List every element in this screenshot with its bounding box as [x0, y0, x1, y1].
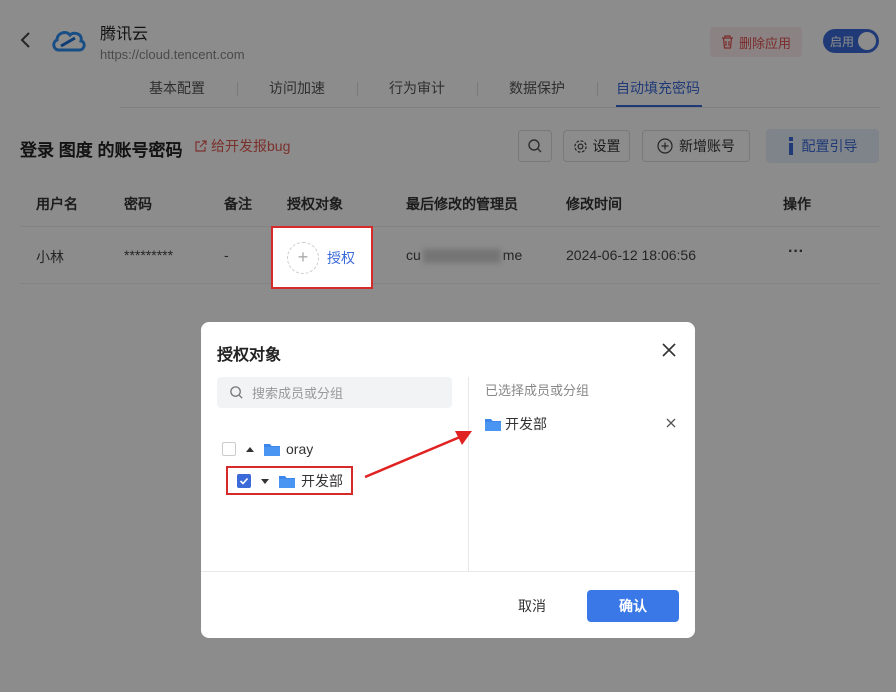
selected-item: 开发部 [485, 414, 547, 434]
auth-button-label: 授权 [327, 249, 355, 266]
auth-cell-highlight[interactable]: + 授权 [271, 226, 373, 289]
tree-node-label: oray [286, 441, 314, 457]
confirm-button[interactable]: 确认 [587, 590, 679, 622]
remove-icon[interactable] [666, 418, 676, 428]
dev-dept-highlight [226, 466, 353, 495]
cancel-button[interactable]: 取消 [497, 590, 567, 622]
tree-node-oray[interactable]: oray [222, 441, 313, 457]
close-icon[interactable] [661, 342, 677, 358]
selected-item-label: 开发部 [505, 416, 547, 432]
search-placeholder: 搜索成员或分组 [252, 386, 344, 401]
selected-header: 已选择成员或分组 [485, 383, 590, 398]
search-icon [230, 386, 243, 399]
folder-icon [264, 443, 280, 456]
annotation-arrow-icon [364, 431, 472, 479]
caret-up-icon[interactable] [246, 446, 254, 452]
dialog-title: 授权对象 [217, 347, 282, 364]
checkbox[interactable] [222, 442, 236, 456]
add-circle-icon: + [287, 241, 319, 274]
member-search-input[interactable]: 搜索成员或分组 [217, 377, 452, 408]
folder-icon [485, 418, 501, 431]
dialog-footer-divider [201, 571, 695, 572]
